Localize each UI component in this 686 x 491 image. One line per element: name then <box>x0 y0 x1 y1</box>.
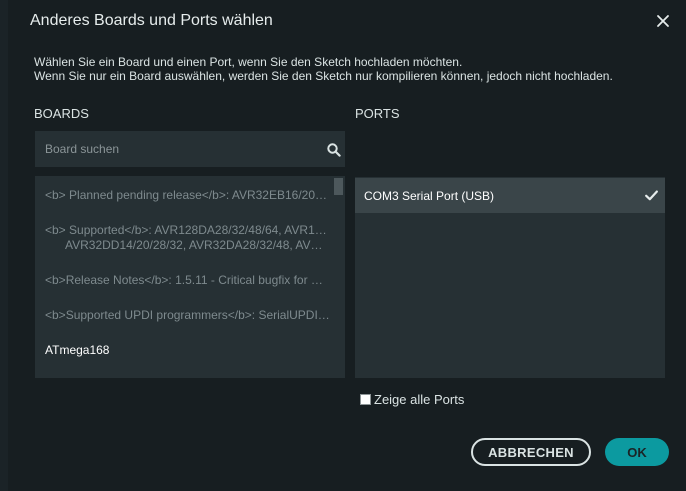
board-list-item[interactable]: <b>Release Notes</b>: 1.5.11 - Critical … <box>45 273 330 288</box>
board-list-scrollbar[interactable] <box>334 178 343 195</box>
dialog-title: Anderes Boards und Ports wählen <box>30 12 273 29</box>
description-line-2: Wenn Sie nur ein Board auswählen, werden… <box>34 69 613 83</box>
cancel-button[interactable]: ABBRECHEN <box>471 438 591 466</box>
ok-button[interactable]: OK <box>605 438 669 466</box>
dialog-description: Wählen Sie ein Board und einen Port, wen… <box>34 55 613 83</box>
show-all-ports-checkbox[interactable] <box>360 393 371 405</box>
board-item-text: ATmega168 <box>45 343 110 357</box>
ports-heading: PORTS <box>355 106 400 121</box>
board-list[interactable]: <b> Planned pending release</b>: AVR32EB… <box>35 176 345 378</box>
board-search <box>35 131 345 167</box>
board-list-item[interactable]: <b>Supported UPDI programmers</b>: Seria… <box>45 308 330 323</box>
board-list-item[interactable]: ATmega168 <box>45 343 330 358</box>
background-window-edge <box>0 0 8 491</box>
port-item-com3[interactable]: COM3 Serial Port (USB) <box>355 178 665 213</box>
board-item-text: <b> Planned pending release</b>: AVR32EB… <box>45 188 330 202</box>
board-list-item[interactable]: <b> Planned pending release</b>: AVR32EB… <box>45 188 330 203</box>
board-list-item[interactable]: <b> Supported</b>: AVR128DA28/32/48/64, … <box>45 223 330 253</box>
boards-heading: BOARDS <box>34 106 89 121</box>
select-board-port-dialog: Anderes Boards und Ports wählen Wählen S… <box>8 0 686 491</box>
show-all-ports-toggle[interactable]: Zeige alle Ports <box>360 391 464 407</box>
board-item-text: <b> Supported</b>: AVR128DA28/32/48/64, … <box>45 223 330 237</box>
close-icon <box>657 15 669 27</box>
show-all-ports-label: Zeige alle Ports <box>374 391 465 407</box>
search-icon[interactable] <box>327 143 341 157</box>
close-button[interactable] <box>653 11 673 31</box>
checkmark-icon <box>645 190 658 201</box>
description-line-1: Wählen Sie ein Board und einen Port, wen… <box>34 55 463 69</box>
board-search-input[interactable] <box>35 131 315 167</box>
board-item-text-continued: AVR32DD14/20/28/32, AVR32DA28/32/48, AVR… <box>65 238 330 252</box>
board-item-text: <b>Release Notes</b>: 1.5.11 - Critical … <box>45 273 330 287</box>
board-item-text: <b>Supported UPDI programmers</b>: Seria… <box>45 308 330 322</box>
port-item-label: COM3 Serial Port (USB) <box>364 189 495 203</box>
ports-list: COM3 Serial Port (USB) <box>355 177 665 378</box>
